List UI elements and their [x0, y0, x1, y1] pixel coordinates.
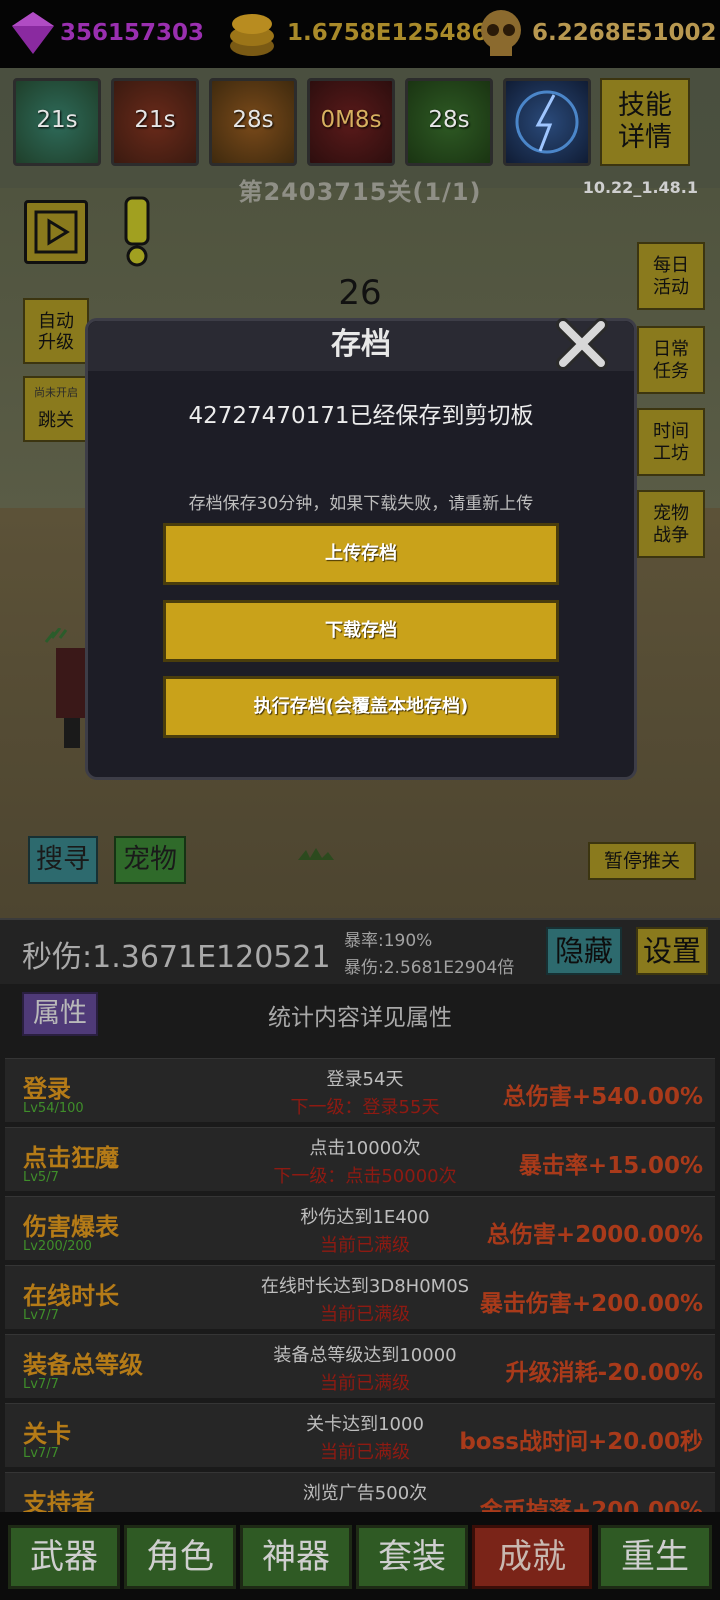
lightning-skill-icon	[515, 90, 579, 154]
play-button[interactable]	[24, 200, 88, 264]
grass-tuft-icon	[298, 848, 334, 860]
skill-slot-4[interactable]: 0M8s	[307, 78, 395, 166]
skill-slot-6[interactable]	[503, 78, 591, 166]
search-button[interactable]: 搜寻	[28, 836, 98, 884]
list-item: 支持者 浏览广告500次 金币掉落+200.00%	[5, 1472, 715, 1512]
daily-tasks-button[interactable]: 日常 任务	[637, 326, 705, 394]
tab-artifacts[interactable]: 神器	[240, 1525, 352, 1589]
tab-rebirth[interactable]: 重生	[598, 1525, 712, 1589]
close-icon[interactable]	[553, 315, 611, 373]
gem-icon	[12, 12, 54, 54]
exclamation-icon[interactable]	[118, 196, 158, 268]
achievement-list: 登录 Lv54/100 登录54天 下一级：登录55天 总伤害+540.00% 点击…	[0, 1042, 720, 1512]
upload-save-button[interactable]: 上传存档	[163, 523, 559, 585]
archer-hero-icon	[44, 628, 86, 748]
hide-button[interactable]: 隐藏	[546, 927, 622, 975]
list-item: 装备总等级 Lv7/7 装备总等级达到10000 当前已满级 升级消耗-20.00%	[5, 1334, 715, 1398]
download-save-button[interactable]: 下载存档	[163, 600, 559, 662]
auto-upgrade-button[interactable]: 自动 升级	[23, 298, 89, 364]
dps-value: 秒伤:1.3671E120521	[22, 940, 331, 975]
skip-locked-label: 尚未开启	[34, 386, 78, 399]
tab-character[interactable]: 角色	[124, 1525, 236, 1589]
skill-slot-3[interactable]: 28s	[209, 78, 297, 166]
tab-sets[interactable]: 套装	[356, 1525, 468, 1589]
save-code-message: 42727470171已经保存到剪切板	[188, 403, 534, 429]
skull-icon	[481, 10, 521, 56]
list-item: 登录 Lv54/100 登录54天 下一级：登录55天 总伤害+540.00%	[5, 1058, 715, 1122]
list-item: 在线时长 Lv7/7 在线时长达到3D8H0M0S 当前已满级 暴击伤害+200.0…	[5, 1265, 715, 1329]
settings-button[interactable]: 设置	[636, 927, 708, 975]
skill-slot-1[interactable]: 21s	[13, 78, 101, 166]
list-item: 伤害爆表 Lv200/200 秒伤达到1E400 当前已满级 总伤害+2000.00…	[5, 1196, 715, 1260]
currency-bar: 356157303 1.6758E125486 6.2268E51002	[0, 0, 720, 68]
gold-count: 1.6758E125486	[287, 20, 488, 46]
time-workshop-button[interactable]: 时间 工坊	[637, 408, 705, 476]
gold-coins-icon	[230, 14, 274, 56]
tab-weapons[interactable]: 武器	[8, 1525, 120, 1589]
attributes-note: 统计内容详见属性	[268, 1005, 452, 1031]
list-item: 点击狂魔 Lv5/7 点击10000次 下一级：点击50000次 暴击率+15.00…	[5, 1127, 715, 1191]
skip-stage-button[interactable]: 尚未开启 跳关	[23, 376, 89, 442]
tab-achievements[interactable]: 成就	[472, 1525, 592, 1589]
apply-save-button[interactable]: 执行存档(会覆盖本地存档)	[163, 676, 559, 738]
crit-damage: 暴伤:2.5681E2904倍	[344, 958, 515, 978]
skull-count: 6.2268E51002	[532, 20, 717, 46]
play-icon	[34, 210, 78, 254]
skip-label: 跳关	[38, 410, 74, 431]
crit-rate: 暴率:190%	[344, 931, 433, 951]
version-label: 10.22_1.48.1	[582, 178, 698, 197]
achievement-header: 属性 统计内容详见属性	[0, 984, 720, 1042]
save-dialog: 存档 42727470171已经保存到剪切板 存档保存30分钟，如果下载失败，请…	[85, 318, 637, 780]
daily-events-button[interactable]: 每日 活动	[637, 242, 705, 310]
list-item: 关卡 Lv7/7 关卡达到1000 当前已满级 boss战时间+20.00秒	[5, 1403, 715, 1467]
gem-count: 356157303	[60, 20, 205, 46]
pet-button[interactable]: 宠物	[114, 836, 186, 884]
pause-progress-button[interactable]: 暂停推关	[588, 842, 696, 880]
skill-details-button[interactable]: 技能 详情	[600, 78, 690, 166]
skill-slot-5[interactable]: 28s	[405, 78, 493, 166]
combo-counter: 26	[338, 273, 382, 313]
skill-slot-2[interactable]: 21s	[111, 78, 199, 166]
stats-bar: 秒伤:1.3671E120521 暴率:190% 暴伤:2.5681E2904倍…	[0, 918, 720, 986]
pet-war-button[interactable]: 宠物 战争	[637, 490, 705, 558]
save-expiry-note: 存档保存30分钟，如果下载失败，请重新上传	[188, 494, 534, 514]
